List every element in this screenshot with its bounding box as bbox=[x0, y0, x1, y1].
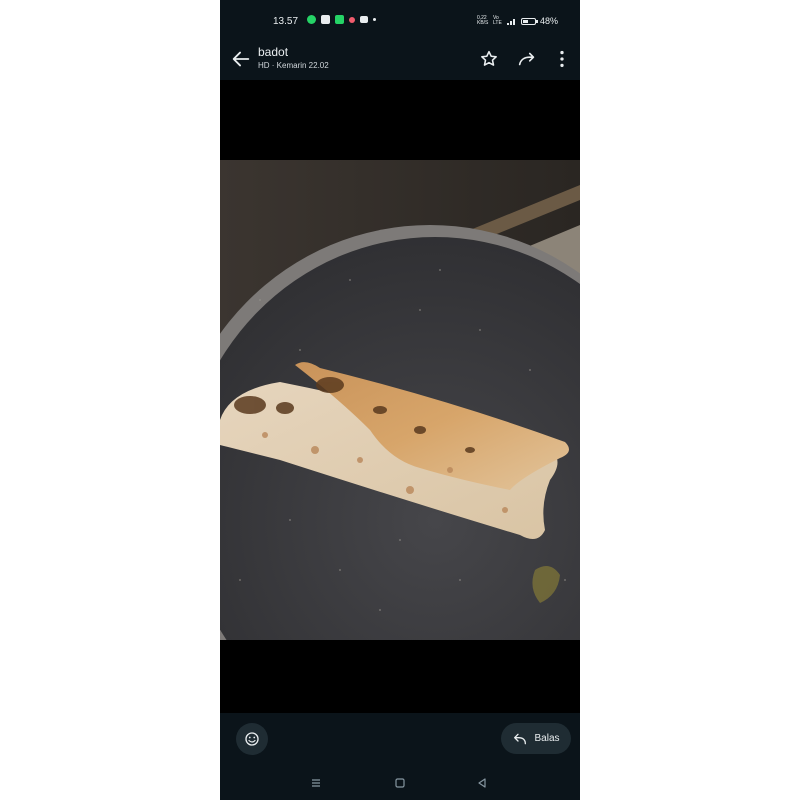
viewer-header: badot HD · Kemarin 22.02 bbox=[220, 40, 580, 80]
emoji-icon bbox=[245, 732, 259, 746]
media-viewer bbox=[220, 80, 580, 713]
reply-button[interactable]: Balas bbox=[501, 723, 571, 754]
more-options-icon[interactable] bbox=[551, 48, 573, 70]
photo-image bbox=[220, 160, 580, 640]
star-icon[interactable] bbox=[478, 48, 500, 70]
viewer-footer: Balas bbox=[220, 713, 580, 800]
back-nav-icon[interactable] bbox=[475, 776, 489, 790]
app-notification-icon bbox=[335, 15, 344, 24]
more-notifications-icon bbox=[373, 18, 376, 21]
network-speed: 0,22 KB/S bbox=[476, 15, 489, 26]
phone-screen: 13.57 0,22 KB/S Vo LTE 48% badot HD · Ke… bbox=[220, 0, 580, 800]
media-meta: HD · Kemarin 22.02 bbox=[258, 61, 329, 70]
network-type: Vo LTE bbox=[492, 15, 502, 26]
react-button[interactable] bbox=[236, 723, 268, 755]
recent-apps-icon[interactable] bbox=[309, 776, 323, 790]
photo[interactable] bbox=[220, 160, 580, 640]
status-time: 13.57 bbox=[273, 16, 299, 27]
notification-icons bbox=[307, 15, 376, 24]
reply-label: Balas bbox=[534, 733, 560, 744]
location-notification-icon bbox=[349, 16, 355, 23]
reply-icon bbox=[514, 733, 527, 744]
system-navigation-bar bbox=[220, 771, 580, 793]
home-icon[interactable] bbox=[393, 776, 407, 790]
battery-fill bbox=[522, 19, 529, 23]
capcut-notification-icon bbox=[360, 16, 368, 23]
forward-icon[interactable] bbox=[516, 48, 538, 70]
system-icons: 0,22 KB/S Vo LTE 48% bbox=[476, 15, 558, 27]
status-bar: 13.57 0,22 KB/S Vo LTE 48% bbox=[220, 0, 580, 44]
back-arrow-icon[interactable] bbox=[230, 48, 252, 70]
battery-percent: 48% bbox=[539, 16, 558, 26]
bag-notification-icon bbox=[321, 15, 330, 24]
sender-name: badot bbox=[258, 45, 289, 59]
signal-icon bbox=[506, 19, 515, 25]
whatsapp-notification-icon bbox=[307, 15, 316, 24]
battery-icon bbox=[520, 17, 538, 25]
